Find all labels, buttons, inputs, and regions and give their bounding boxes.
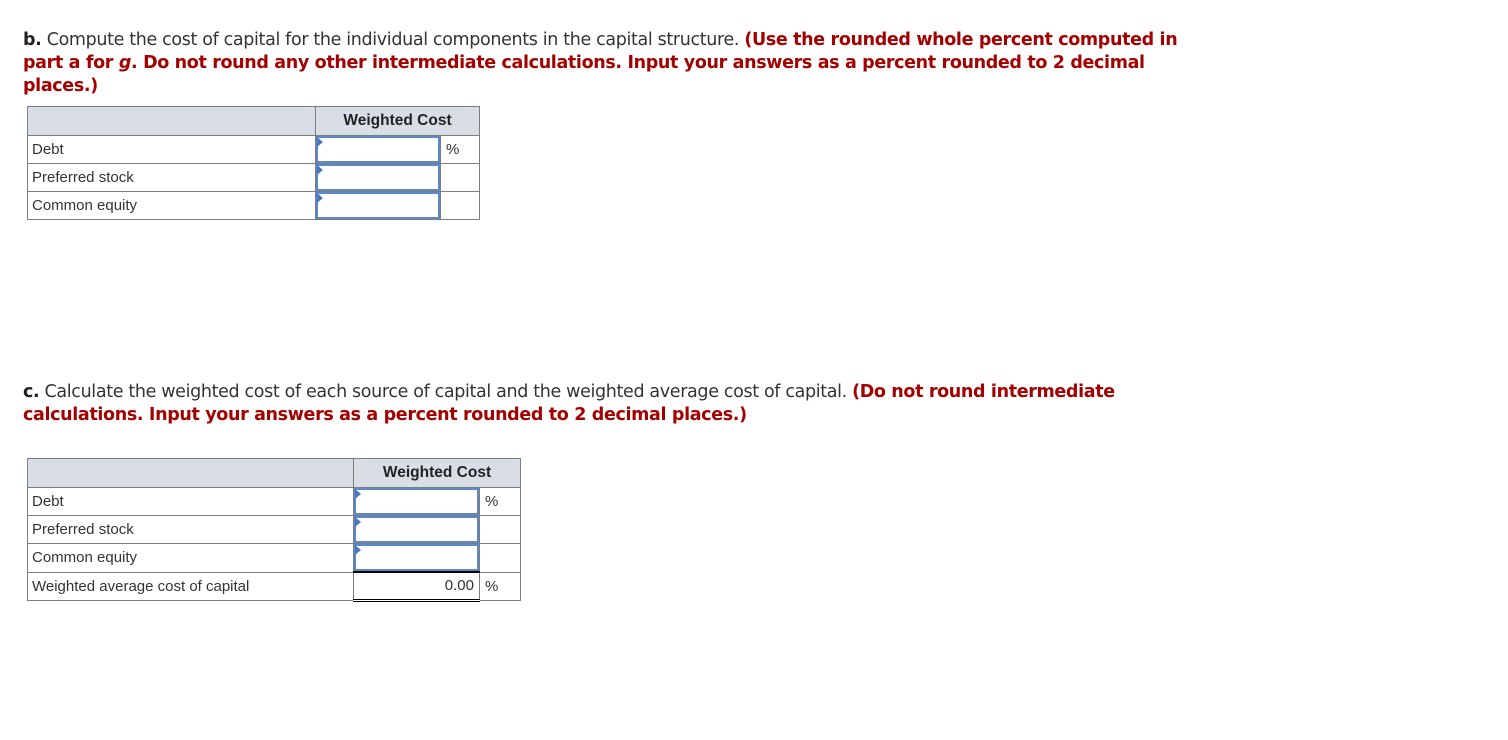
table-row: Common equity [27, 191, 480, 220]
header-weighted-cost: Weighted Cost [315, 106, 480, 136]
input-cell [315, 191, 441, 220]
part-b-table: Weighted Cost Debt % Preferred stock Com… [27, 106, 480, 220]
table-row: Common equity [27, 543, 521, 573]
table-total-row: Weighted average cost of capital 0.00 % [27, 571, 521, 602]
common-equity-cost-input[interactable] [316, 192, 440, 219]
debt-weighted-cost-input[interactable] [354, 488, 479, 515]
unit-cell [440, 163, 480, 192]
header-weighted-cost: Weighted Cost [353, 458, 521, 488]
row-label-wacc: Weighted average cost of capital [27, 571, 354, 601]
part-b-text: Compute the cost of capital for the indi… [41, 30, 745, 50]
debt-cost-input[interactable] [316, 136, 440, 163]
part-c-text: Calculate the weighted cost of each sour… [39, 382, 853, 402]
header-blank [27, 106, 316, 136]
input-cell [315, 135, 441, 164]
row-label-debt: Debt [27, 135, 316, 164]
row-label-debt: Debt [27, 487, 354, 516]
row-label-common-equity: Common equity [27, 543, 354, 573]
wacc-value: 0.00 [353, 571, 480, 602]
part-c-table: Weighted Cost Debt % Preferred stock Com… [27, 458, 521, 602]
input-cell [315, 163, 441, 192]
preferred-stock-cost-input[interactable] [316, 164, 440, 191]
table-row: Debt % [27, 135, 480, 164]
table-header-row: Weighted Cost [27, 106, 480, 136]
question-part-c: c. Calculate the weighted cost of each s… [23, 381, 1203, 427]
row-label-common-equity: Common equity [27, 191, 316, 220]
part-b-instruction-var: g [118, 53, 132, 73]
input-cell [353, 487, 480, 516]
table-row: Debt % [27, 487, 521, 516]
preferred-stock-weighted-cost-input[interactable] [354, 516, 479, 543]
unit-cell [479, 543, 521, 573]
header-blank [27, 458, 354, 488]
unit-percent: % [479, 487, 521, 516]
table-row: Preferred stock [27, 163, 480, 192]
common-equity-weighted-cost-input[interactable] [354, 544, 479, 571]
question-part-b: b. Compute the cost of capital for the i… [23, 29, 1203, 98]
unit-cell [479, 515, 521, 544]
part-c-label: c. [23, 382, 40, 402]
unit-percent: % [440, 135, 480, 164]
row-label-preferred-stock: Preferred stock [27, 515, 354, 544]
row-label-preferred-stock: Preferred stock [27, 163, 316, 192]
part-b-label: b. [23, 30, 42, 50]
table-header-row: Weighted Cost [27, 458, 521, 488]
unit-percent: % [479, 571, 521, 601]
table-row: Preferred stock [27, 515, 521, 544]
unit-cell [440, 191, 480, 220]
input-cell [353, 543, 480, 573]
part-b-instruction-2: . Do not round any other intermediate ca… [23, 53, 1145, 96]
input-cell [353, 515, 480, 544]
